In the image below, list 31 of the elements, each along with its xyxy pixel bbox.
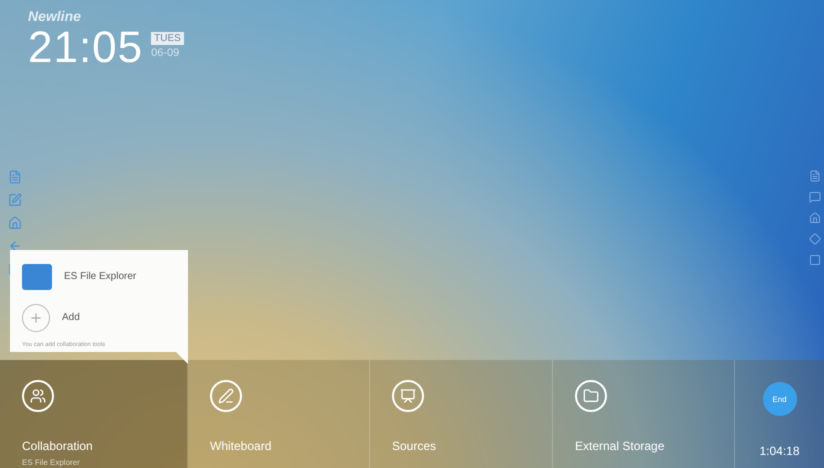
add-icon[interactable] <box>22 304 50 332</box>
sources-icon <box>392 380 424 412</box>
popup-item-label[interactable]: Add <box>62 312 80 323</box>
chat-icon[interactable] <box>809 191 821 203</box>
tile-label: External Storage <box>575 439 664 453</box>
back-icon[interactable] <box>8 239 22 253</box>
weekday-label: TUES <box>151 32 184 45</box>
window-icon[interactable] <box>809 254 821 266</box>
popup-item-label[interactable]: ES File Explorer <box>64 271 136 282</box>
clock-time: 21:05 <box>28 26 144 70</box>
tile-label: Whiteboard <box>210 439 272 453</box>
diamond-icon[interactable] <box>809 233 821 245</box>
dock-tile[interactable]: Whiteboard <box>188 360 370 468</box>
collaboration-icon <box>22 380 54 412</box>
tile-label: Sources <box>392 439 436 453</box>
dock-tile[interactable]: Collaboration ES File Explorer <box>0 360 188 468</box>
tile-sublabel: ES File Explorer <box>22 458 80 467</box>
elapsed-time: 1:04:18 <box>759 444 800 458</box>
end-button[interactable]: End <box>762 382 796 416</box>
tile-label: Collaboration <box>22 439 93 453</box>
whiteboard-icon <box>210 380 242 412</box>
home-icon[interactable] <box>809 212 821 224</box>
document-icon[interactable] <box>809 170 821 182</box>
pen-icon[interactable] <box>8 193 22 207</box>
document-icon[interactable] <box>8 170 22 184</box>
logo: Newline <box>28 8 81 24</box>
date-text: 06-09 <box>151 47 180 59</box>
dock-tile[interactable]: Sources <box>370 360 553 468</box>
dock-tile[interactable]: External Storage <box>553 360 735 468</box>
storage-icon <box>575 380 607 412</box>
home-icon[interactable] <box>8 216 22 230</box>
